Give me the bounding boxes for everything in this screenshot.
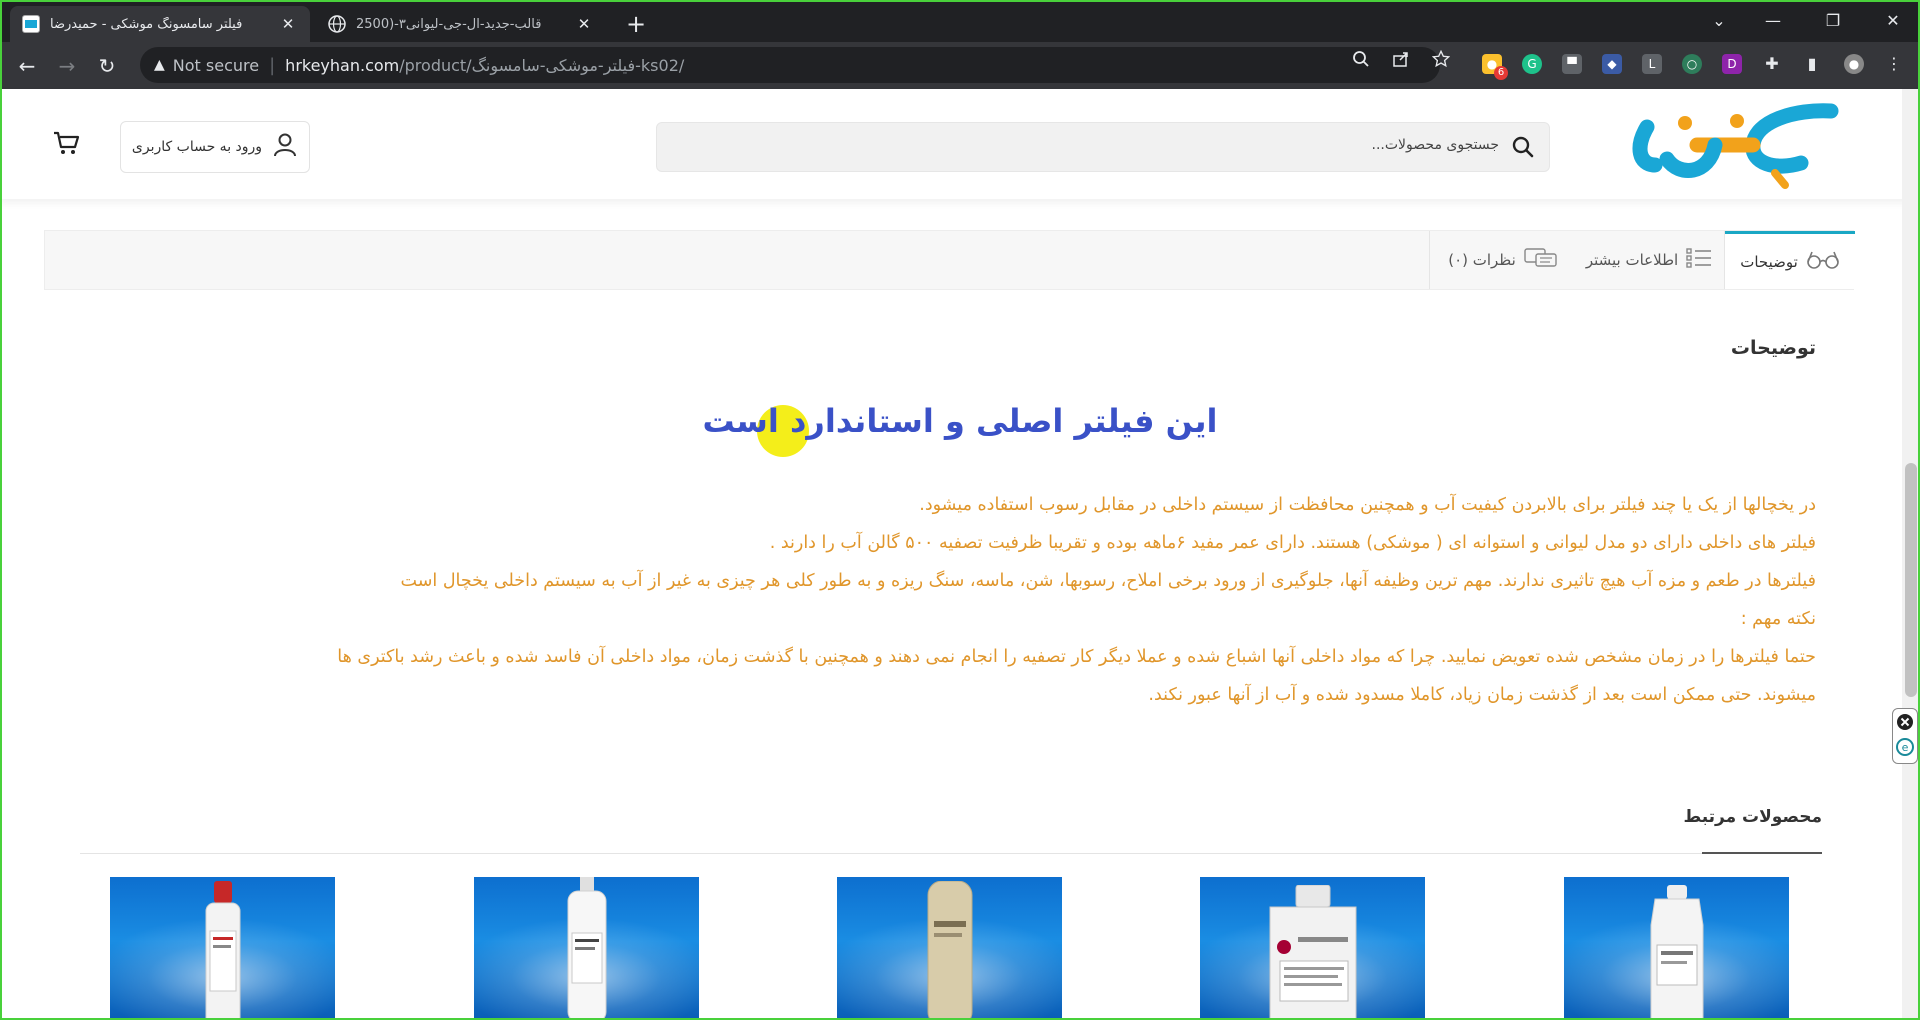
related-divider [80, 853, 1822, 854]
list-icon [1686, 247, 1712, 273]
letter-l-extension-icon[interactable]: L [1642, 54, 1662, 74]
browser-tabstrip: فیلتر سامسونگ موشکی - حمیدرضا ✕ قالب-جدی… [0, 0, 1920, 42]
red-cap-filter-image [205, 881, 240, 1020]
address-bar[interactable]: ▲ Not secure | hrkeyhan.com/product/فیلت… [140, 47, 1440, 83]
tab-close-icon[interactable]: ✕ [278, 14, 298, 34]
reload-button[interactable]: ↻ [92, 51, 122, 81]
tab-reviews-label: نظرات (۰) [1448, 251, 1516, 269]
description-headline: این فیلتر اصلی و استاندارد است [702, 402, 1218, 440]
page-scrollbar[interactable] [1902, 89, 1920, 1020]
description-paragraph-line: فیلترها در طعم و مزه آب هیچ تاثیری ندارن… [400, 571, 1816, 591]
close-window-button[interactable]: ✕ [1870, 6, 1916, 36]
back-button[interactable]: ← [12, 51, 42, 81]
related-products-title: محصولات مرتبط [1683, 807, 1822, 827]
side-panel-icon[interactable]: ▮ [1802, 54, 1822, 74]
tab-description[interactable]: توضیحات [1725, 231, 1855, 289]
tab-search-dropdown-icon[interactable]: ⌄ [1696, 6, 1742, 36]
tab-additional-info[interactable]: اطلاعات بیشتر [1575, 231, 1723, 289]
description-paragraph-line: در یخچالها از یک یا چند فیلتر برای بالاب… [919, 495, 1816, 515]
printer-extension-icon[interactable]: ▀ [1562, 54, 1582, 74]
grammar-extension-icon[interactable]: G [1522, 54, 1542, 74]
zoom-icon[interactable] [1350, 50, 1372, 72]
forward-button[interactable]: → [52, 51, 82, 81]
extension-badge: 6 [1494, 66, 1508, 80]
search-icon[interactable] [1511, 135, 1535, 159]
product-card[interactable] [110, 877, 335, 1020]
tab-description-label: توضیحات [1740, 252, 1798, 271]
browser-tab-inactive[interactable]: قالب-جدید-ال-جی-لیوانی۳-(2500 ✕ [316, 6, 606, 42]
description-paragraph-line: حتما فیلترها را در زمان مشخص شده تعویض ن… [337, 647, 1816, 667]
floating-widget[interactable]: e [1892, 708, 1918, 764]
product-tabs: توضیحات اطلاعات بیشتر نظرات (۰) [44, 230, 1855, 290]
search-placeholder: جستجوی محصولات... [1371, 137, 1499, 153]
browser-toolbar: ← → ↻ ▲ Not secure | hrkeyhan.com/produc… [0, 42, 1920, 89]
scrollbar-thumb[interactable] [1905, 463, 1917, 697]
beige-cylinder-filter-image [927, 881, 972, 1020]
browser-tab-active[interactable]: فیلتر سامسونگ موشکی - حمیدرضا ✕ [10, 6, 310, 42]
chat-bubbles-icon [1524, 247, 1558, 273]
tab-divider [1429, 231, 1430, 289]
description-paragraph-line: میشوند. حتی ممکن است بعد از گذشت زمان زی… [1148, 685, 1816, 705]
important-note-label: نکته مهم : [1740, 609, 1816, 629]
login-button[interactable]: ورود به حساب کاربری [120, 121, 310, 173]
url-path: /product/فیلتر-موشکی-سامسونگ-ks02/ [399, 55, 685, 75]
url-text[interactable]: hrkeyhan.com/product/فیلتر-موشکی-سامسونگ… [285, 56, 684, 75]
tab-title: قالب-جدید-ال-جی-لیوانی۳-(2500 [356, 16, 542, 32]
site-header: جستجوی محصولات... ورود به حساب کاربری [0, 89, 1920, 199]
tab-additional-info-label: اطلاعات بیشتر [1585, 251, 1679, 269]
lg-cup-filter-image [1269, 885, 1356, 1020]
warning-icon: ▲ [154, 57, 165, 73]
description-paragraph-line: فیلتر های داخلی دارای دو مدل لیوانی و اس… [769, 533, 1816, 553]
samsung-cup-filter-image [1650, 885, 1703, 1020]
glasses-icon [1806, 250, 1840, 274]
globe-icon [328, 15, 346, 33]
tab-divider [1724, 231, 1725, 289]
url-host: hrkeyhan.com [285, 55, 400, 75]
security-label[interactable]: Not secure [173, 56, 259, 75]
product-card[interactable] [1564, 877, 1789, 1020]
related-title-underline [1702, 852, 1822, 854]
circle-extension-icon[interactable]: ○ [1682, 54, 1702, 74]
user-icon [272, 132, 298, 162]
description-section-title: توضیحات [1730, 337, 1816, 359]
product-search-input[interactable]: جستجوی محصولات... [656, 122, 1550, 172]
white-cylinder-filter-image [567, 877, 606, 1020]
extensions-puzzle-icon[interactable]: ✚ [1762, 54, 1782, 74]
tab-title: فیلتر سامسونگ موشکی - حمیدرضا [50, 16, 243, 32]
minimize-button[interactable]: — [1750, 6, 1796, 36]
new-tab-button[interactable]: + [622, 10, 650, 38]
profile-avatar[interactable]: ● [1844, 54, 1864, 74]
tab-reviews[interactable]: نظرات (۰) [1431, 231, 1575, 289]
product-card[interactable] [474, 877, 699, 1020]
svg-text:e: e [1902, 741, 1909, 754]
tab-close-icon[interactable]: ✕ [574, 14, 594, 34]
browser-menu-icon[interactable]: ⋮ [1884, 54, 1904, 74]
share-icon[interactable] [1390, 50, 1412, 72]
cart-icon[interactable] [52, 129, 80, 157]
address-separator: | [269, 54, 276, 76]
bookmark-star-icon[interactable] [1430, 49, 1452, 72]
maximize-button[interactable]: ❐ [1810, 6, 1856, 36]
keyhan-logo[interactable] [1625, 101, 1865, 191]
letter-d-extension-icon[interactable]: D [1722, 54, 1742, 74]
site-favicon-icon [22, 15, 40, 33]
login-label: ورود به حساب کاربری [131, 139, 263, 155]
product-card[interactable] [837, 877, 1062, 1020]
product-card[interactable] [1200, 877, 1425, 1020]
shield-extension-icon[interactable]: ◆ [1602, 54, 1622, 74]
